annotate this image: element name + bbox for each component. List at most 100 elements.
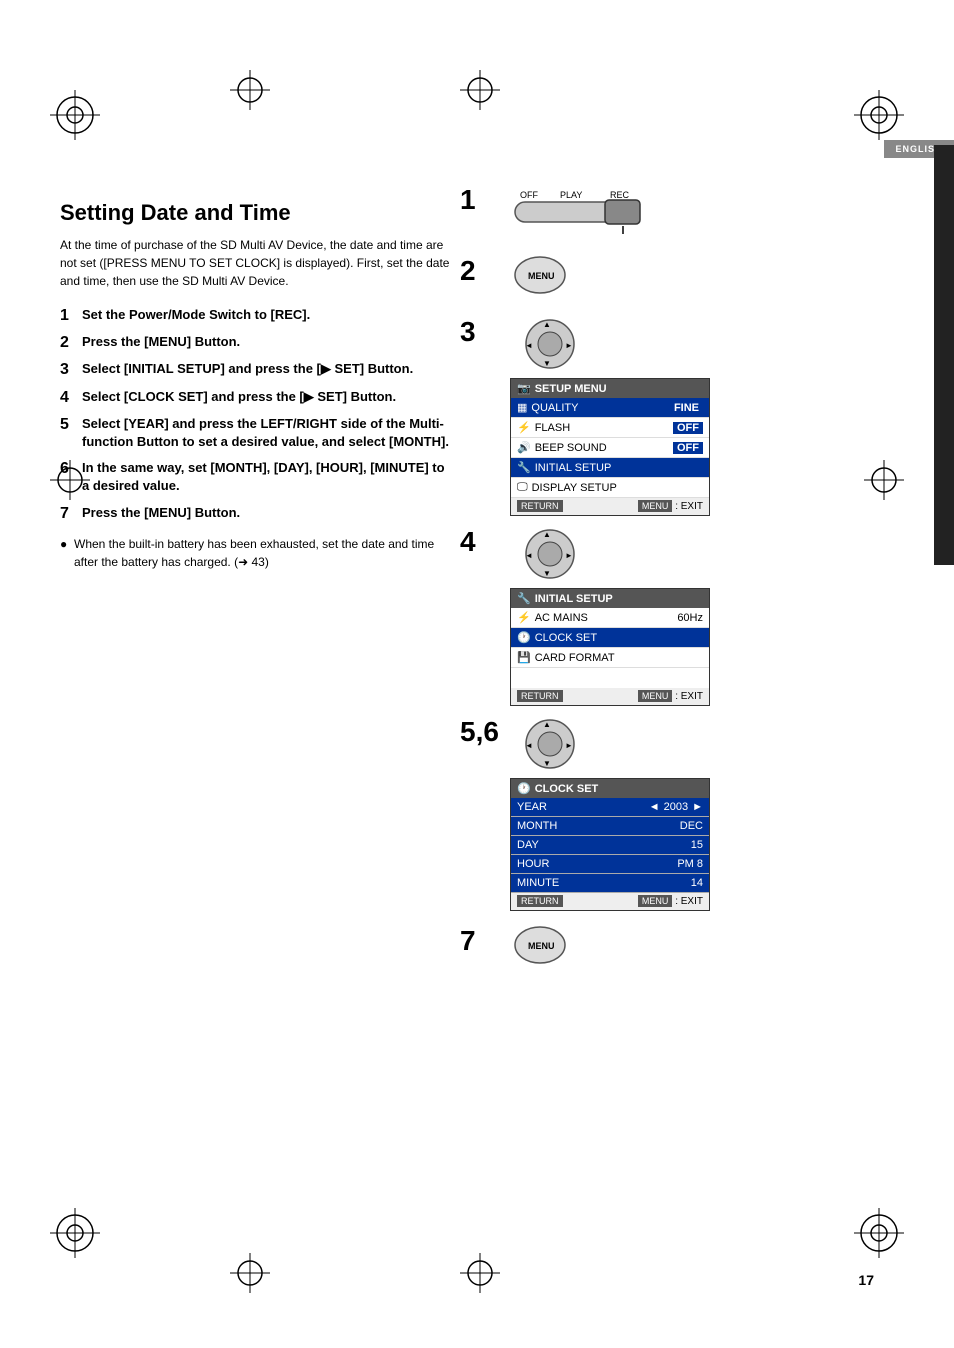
step3-diagram: 3 ▲ ▼ ◄ ► 📷 SETUP MENU ▦: [490, 316, 910, 516]
clock-row-minute: MINUTE 14: [511, 874, 709, 893]
setup-menu-row-quality: ▦ QUALITY FINE: [511, 398, 709, 418]
svg-text:MENU: MENU: [528, 941, 555, 951]
switch-diagram: OFF PLAY REC: [510, 184, 910, 237]
note-bullet: ●: [60, 535, 74, 571]
step-text-6: In the same way, set [MONTH], [DAY], [HO…: [82, 459, 450, 495]
camera-icon: 📷: [517, 382, 531, 395]
initial-return-btn: RETURN: [517, 690, 563, 702]
sidebar-bar: [934, 145, 954, 565]
step4-diagram: 4 ▲ ▼ ◄ ► 🔧 INITIAL SETUP ⚡: [490, 526, 910, 706]
note: ● When the built-in battery has been exh…: [60, 535, 450, 571]
beep-value: OFF: [673, 442, 703, 454]
svg-text:◄: ◄: [525, 341, 533, 350]
svg-text:▼: ▼: [543, 359, 551, 368]
step-7: 7 Press the [MENU] Button.: [60, 504, 450, 523]
step56-controls: ▲ ▼ ◄ ►: [510, 716, 910, 774]
corner-mark-tl: [50, 90, 100, 140]
step-text-2: Press the [MENU] Button.: [82, 333, 240, 351]
svg-text:▼: ▼: [543, 759, 551, 768]
svg-text:▲: ▲: [543, 320, 551, 329]
step1-diagram: 1 OFF PLAY REC: [490, 184, 910, 237]
setup-menu-row-display: 🖵 DISPLAY SETUP: [511, 478, 709, 498]
right-step-num-1: 1: [460, 184, 476, 216]
clock-row-year: YEAR ◄ 2003 ►: [511, 798, 709, 817]
svg-text:REC: REC: [610, 190, 630, 200]
plug-icon: ⚡: [517, 611, 531, 624]
setup-menu-row-beep: 🔊 BEEP SOUND OFF: [511, 438, 709, 458]
right-step-num-4: 4: [460, 526, 476, 558]
steps-container: 1 Set the Power/Mode Switch to [REC]. 2 …: [60, 306, 450, 523]
svg-text:►: ►: [565, 741, 573, 750]
month-label: MONTH: [517, 820, 557, 832]
year-value: 2003: [664, 801, 688, 813]
page-number: 17: [858, 1272, 874, 1288]
setup-menu-footer: RETURN MENU : EXIT: [511, 498, 709, 515]
initial-row-clockset: 🕐 CLOCK SET: [511, 628, 709, 648]
wrench-icon: 🔧: [517, 461, 531, 474]
initial-exit-text: EXIT: [681, 691, 703, 702]
intro-text: At the time of purchase of the SD Multi …: [60, 236, 450, 290]
cross-mark-bottom-c: [460, 1253, 500, 1293]
clock-set-menu-box: 🕐 CLOCK SET YEAR ◄ 2003 ► MONTH DEC: [510, 778, 710, 911]
step-text-5: Select [YEAR] and press the LEFT/RIGHT s…: [82, 415, 450, 451]
step2-diagram: 2 MENU: [490, 255, 910, 298]
initial-menu-exit: MENU : EXIT: [638, 691, 703, 702]
acmains-label: ⚡ AC MAINS: [517, 611, 588, 624]
day-label: DAY: [517, 839, 539, 851]
corner-mark-bl: [50, 1208, 100, 1258]
step-2: 2 Press the [MENU] Button.: [60, 333, 450, 352]
day-value: 15: [691, 839, 703, 851]
dial-svg-56: ▲ ▼ ◄ ►: [510, 716, 590, 771]
clockset-label: 🕐 CLOCK SET: [517, 631, 597, 644]
clock-menu-btn: MENU: [638, 895, 673, 907]
svg-text:▼: ▼: [543, 569, 551, 578]
year-value-row: ◄ 2003 ►: [649, 801, 703, 813]
initial-setup-label: 🔧 INITIAL SETUP: [517, 461, 611, 474]
right-step-num-2: 2: [460, 255, 476, 287]
step7-diagram: 7 MENU: [490, 925, 910, 968]
step-num-4: 4: [60, 388, 82, 407]
flash-icon: ⚡: [517, 421, 531, 434]
clock-set-icon: 🕐: [517, 782, 531, 795]
clock-set-title: CLOCK SET: [535, 783, 599, 795]
menu-btn: MENU: [638, 500, 673, 512]
initial-row-cardformat: 💾 CARD FORMAT: [511, 648, 709, 668]
mode-switch-svg: OFF PLAY REC: [510, 184, 710, 234]
initial-icon: 🔧: [517, 592, 531, 605]
grid-icon: ▦: [517, 401, 527, 414]
clock-exit-text: EXIT: [681, 896, 703, 907]
corner-mark-br: [854, 1208, 904, 1258]
menu-exit-label: MENU : EXIT: [638, 501, 703, 512]
dial-svg-3: ▲ ▼ ◄ ►: [510, 316, 590, 371]
step7-button: MENU: [510, 925, 910, 968]
step-num-3: 3: [60, 360, 82, 379]
setup-menu-row-flash: ⚡ FLASH OFF: [511, 418, 709, 438]
menu-button-svg-7: MENU: [510, 925, 590, 965]
year-left-arrow: ◄: [649, 801, 660, 813]
right-step-num-7: 7: [460, 925, 476, 957]
clock-menu-exit: MENU : EXIT: [638, 896, 703, 907]
exit-text: EXIT: [681, 501, 703, 512]
setup-menu-screen: 📷 SETUP MENU ▦ QUALITY FINE ⚡ FLASH OFF: [510, 378, 910, 516]
return-label: RETURN: [517, 501, 563, 512]
hour-label: HOUR: [517, 858, 549, 870]
display-icon: 🖵: [517, 481, 528, 494]
initial-return-label: RETURN: [517, 691, 563, 702]
setup-menu-row-initial: 🔧 INITIAL SETUP: [511, 458, 709, 478]
svg-text:MENU: MENU: [528, 271, 555, 281]
step-1: 1 Set the Power/Mode Switch to [REC].: [60, 306, 450, 325]
step-num-5: 5: [60, 415, 82, 434]
quality-value: FINE: [670, 402, 703, 414]
clock-row-day: DAY 15: [511, 836, 709, 855]
minute-label: MINUTE: [517, 877, 559, 889]
step4-controls: ▲ ▼ ◄ ►: [510, 526, 910, 584]
year-right-arrow: ►: [692, 801, 703, 813]
return-btn: RETURN: [517, 500, 563, 512]
step-num-1: 1: [60, 306, 82, 325]
step-4: 4 Select [CLOCK SET] and press the [▶ SE…: [60, 388, 450, 407]
step-text-7: Press the [MENU] Button.: [82, 504, 240, 522]
right-step-num-56: 5,6: [460, 716, 499, 748]
svg-text:◄: ◄: [525, 551, 533, 560]
svg-text:▲: ▲: [543, 530, 551, 539]
flash-label: ⚡ FLASH: [517, 421, 570, 434]
